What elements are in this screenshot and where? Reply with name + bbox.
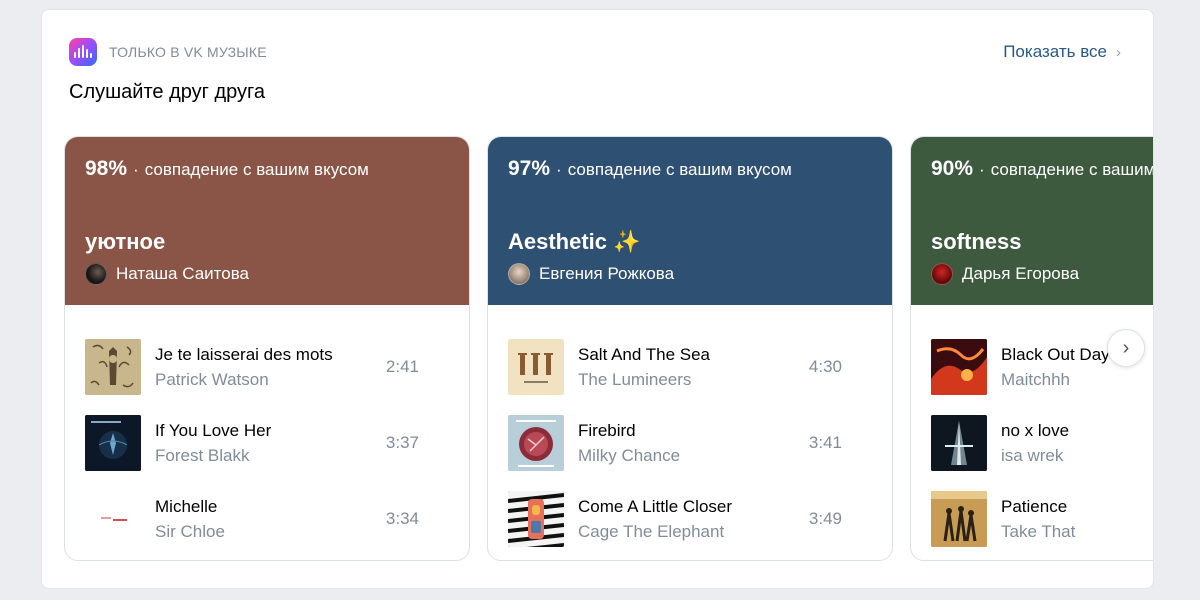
- chevron-right-icon: ›: [1116, 43, 1121, 61]
- widget-brand: ТОЛЬКО В VK МУЗЫКЕ: [69, 38, 267, 66]
- track-list: Je te laisserai des mots Patrick Watson …: [65, 305, 469, 557]
- match-percent: 98%: [85, 157, 128, 180]
- track-artist[interactable]: Take That: [1001, 522, 1153, 542]
- owner-name: Наташа Саитова: [116, 264, 249, 283]
- vk-music-widget: ТОЛЬКО В VK МУЗЫКЕ Показать все › Слушай…: [41, 9, 1154, 589]
- album-cover: [508, 491, 564, 547]
- track-duration: 3:41: [808, 433, 842, 452]
- match-percent: 90%: [931, 157, 974, 180]
- avatar: [85, 263, 107, 285]
- playlist-card[interactable]: 97% · совпадение с вашим вкусом Aestheti…: [487, 136, 893, 561]
- track-artist[interactable]: isa wrek: [1001, 446, 1153, 466]
- track-row[interactable]: Je te laisserai des mots Patrick Watson …: [85, 329, 449, 405]
- taste-match: 90% · совпадение с вашим вкусом: [931, 157, 1154, 181]
- playlist-card-header[interactable]: 90% · совпадение с вашим вкусом softness…: [911, 137, 1154, 305]
- track-duration: 3:37: [385, 433, 419, 452]
- playlist-card-header[interactable]: 97% · совпадение с вашим вкусом Aestheti…: [488, 137, 892, 305]
- track-row[interactable]: Michelle Sir Chloe 3:34: [85, 481, 449, 557]
- match-text: совпадение с вашим вкусом: [990, 160, 1154, 179]
- track-title: Patience: [1001, 496, 1068, 516]
- playlist-title: Aesthetic ✨: [508, 229, 641, 254]
- show-all-link[interactable]: Показать все ›: [1003, 42, 1121, 62]
- playlist-card-header[interactable]: 98% · совпадение с вашим вкусом уютное Н…: [65, 137, 469, 305]
- track-row[interactable]: Come A Little Closer Cage The Elephant 3…: [508, 481, 872, 557]
- album-cover: [85, 415, 141, 471]
- track-title: no x love: [1001, 420, 1070, 440]
- match-text: совпадение с вашим вкусом: [144, 160, 369, 179]
- playlist-owner[interactable]: Евгения Рожкова: [508, 263, 674, 285]
- section-title: Слушайте друг друга: [69, 81, 266, 103]
- album-cover: [931, 415, 987, 471]
- track-row[interactable]: If You Love Her Forest Blakk 3:37: [85, 405, 449, 481]
- playlist-title: уютное: [85, 229, 166, 254]
- avatar: [931, 263, 953, 285]
- album-cover: [85, 339, 141, 395]
- owner-name: Дарья Егорова: [962, 264, 1080, 283]
- playlist-owner[interactable]: Дарья Егорова: [931, 263, 1079, 285]
- carousel-next-button[interactable]: ›: [1107, 329, 1145, 367]
- playlist-owner[interactable]: Наташа Саитова: [85, 263, 249, 285]
- owner-name: Евгения Рожкова: [539, 264, 675, 283]
- album-cover: [931, 339, 987, 395]
- match-percent: 97%: [508, 157, 551, 180]
- playlist-card[interactable]: 98% · совпадение с вашим вкусом уютное Н…: [64, 136, 470, 561]
- match-text: совпадение с вашим вкусом: [567, 160, 792, 179]
- playlist-carousel: 98% · совпадение с вашим вкусом уютное Н…: [64, 136, 1154, 566]
- album-cover: [931, 491, 987, 547]
- track-row[interactable]: Salt And The Sea The Lumineers 4:30: [508, 329, 872, 405]
- avatar: [508, 263, 530, 285]
- track-row[interactable]: Patience Take That: [931, 481, 1153, 557]
- track-artist[interactable]: Maitchhh: [1001, 370, 1153, 390]
- track-duration: 2:41: [385, 357, 419, 376]
- chevron-right-icon: ›: [1122, 336, 1130, 359]
- track-duration: 3:49: [808, 509, 842, 528]
- album-cover: [508, 339, 564, 395]
- vk-music-logo-icon: [69, 38, 97, 66]
- taste-match: 98% · совпадение с вашим вкусом: [85, 157, 369, 180]
- show-all-label: Показать все: [1003, 42, 1107, 61]
- track-row[interactable]: Firebird Milky Chance 3:41: [508, 405, 872, 481]
- track-row[interactable]: no x love isa wrek: [931, 405, 1153, 481]
- album-cover: [85, 491, 141, 547]
- track-list: Salt And The Sea The Lumineers 4:30 Fire…: [488, 305, 892, 557]
- playlist-title: softness: [931, 229, 1022, 254]
- taste-match: 97% · совпадение с вашим вкусом: [508, 157, 792, 180]
- track-duration: 4:30: [808, 357, 842, 376]
- album-cover: [508, 415, 564, 471]
- section-eyebrow: ТОЛЬКО В VK МУЗЫКЕ: [109, 44, 267, 60]
- track-duration: 3:34: [385, 509, 419, 528]
